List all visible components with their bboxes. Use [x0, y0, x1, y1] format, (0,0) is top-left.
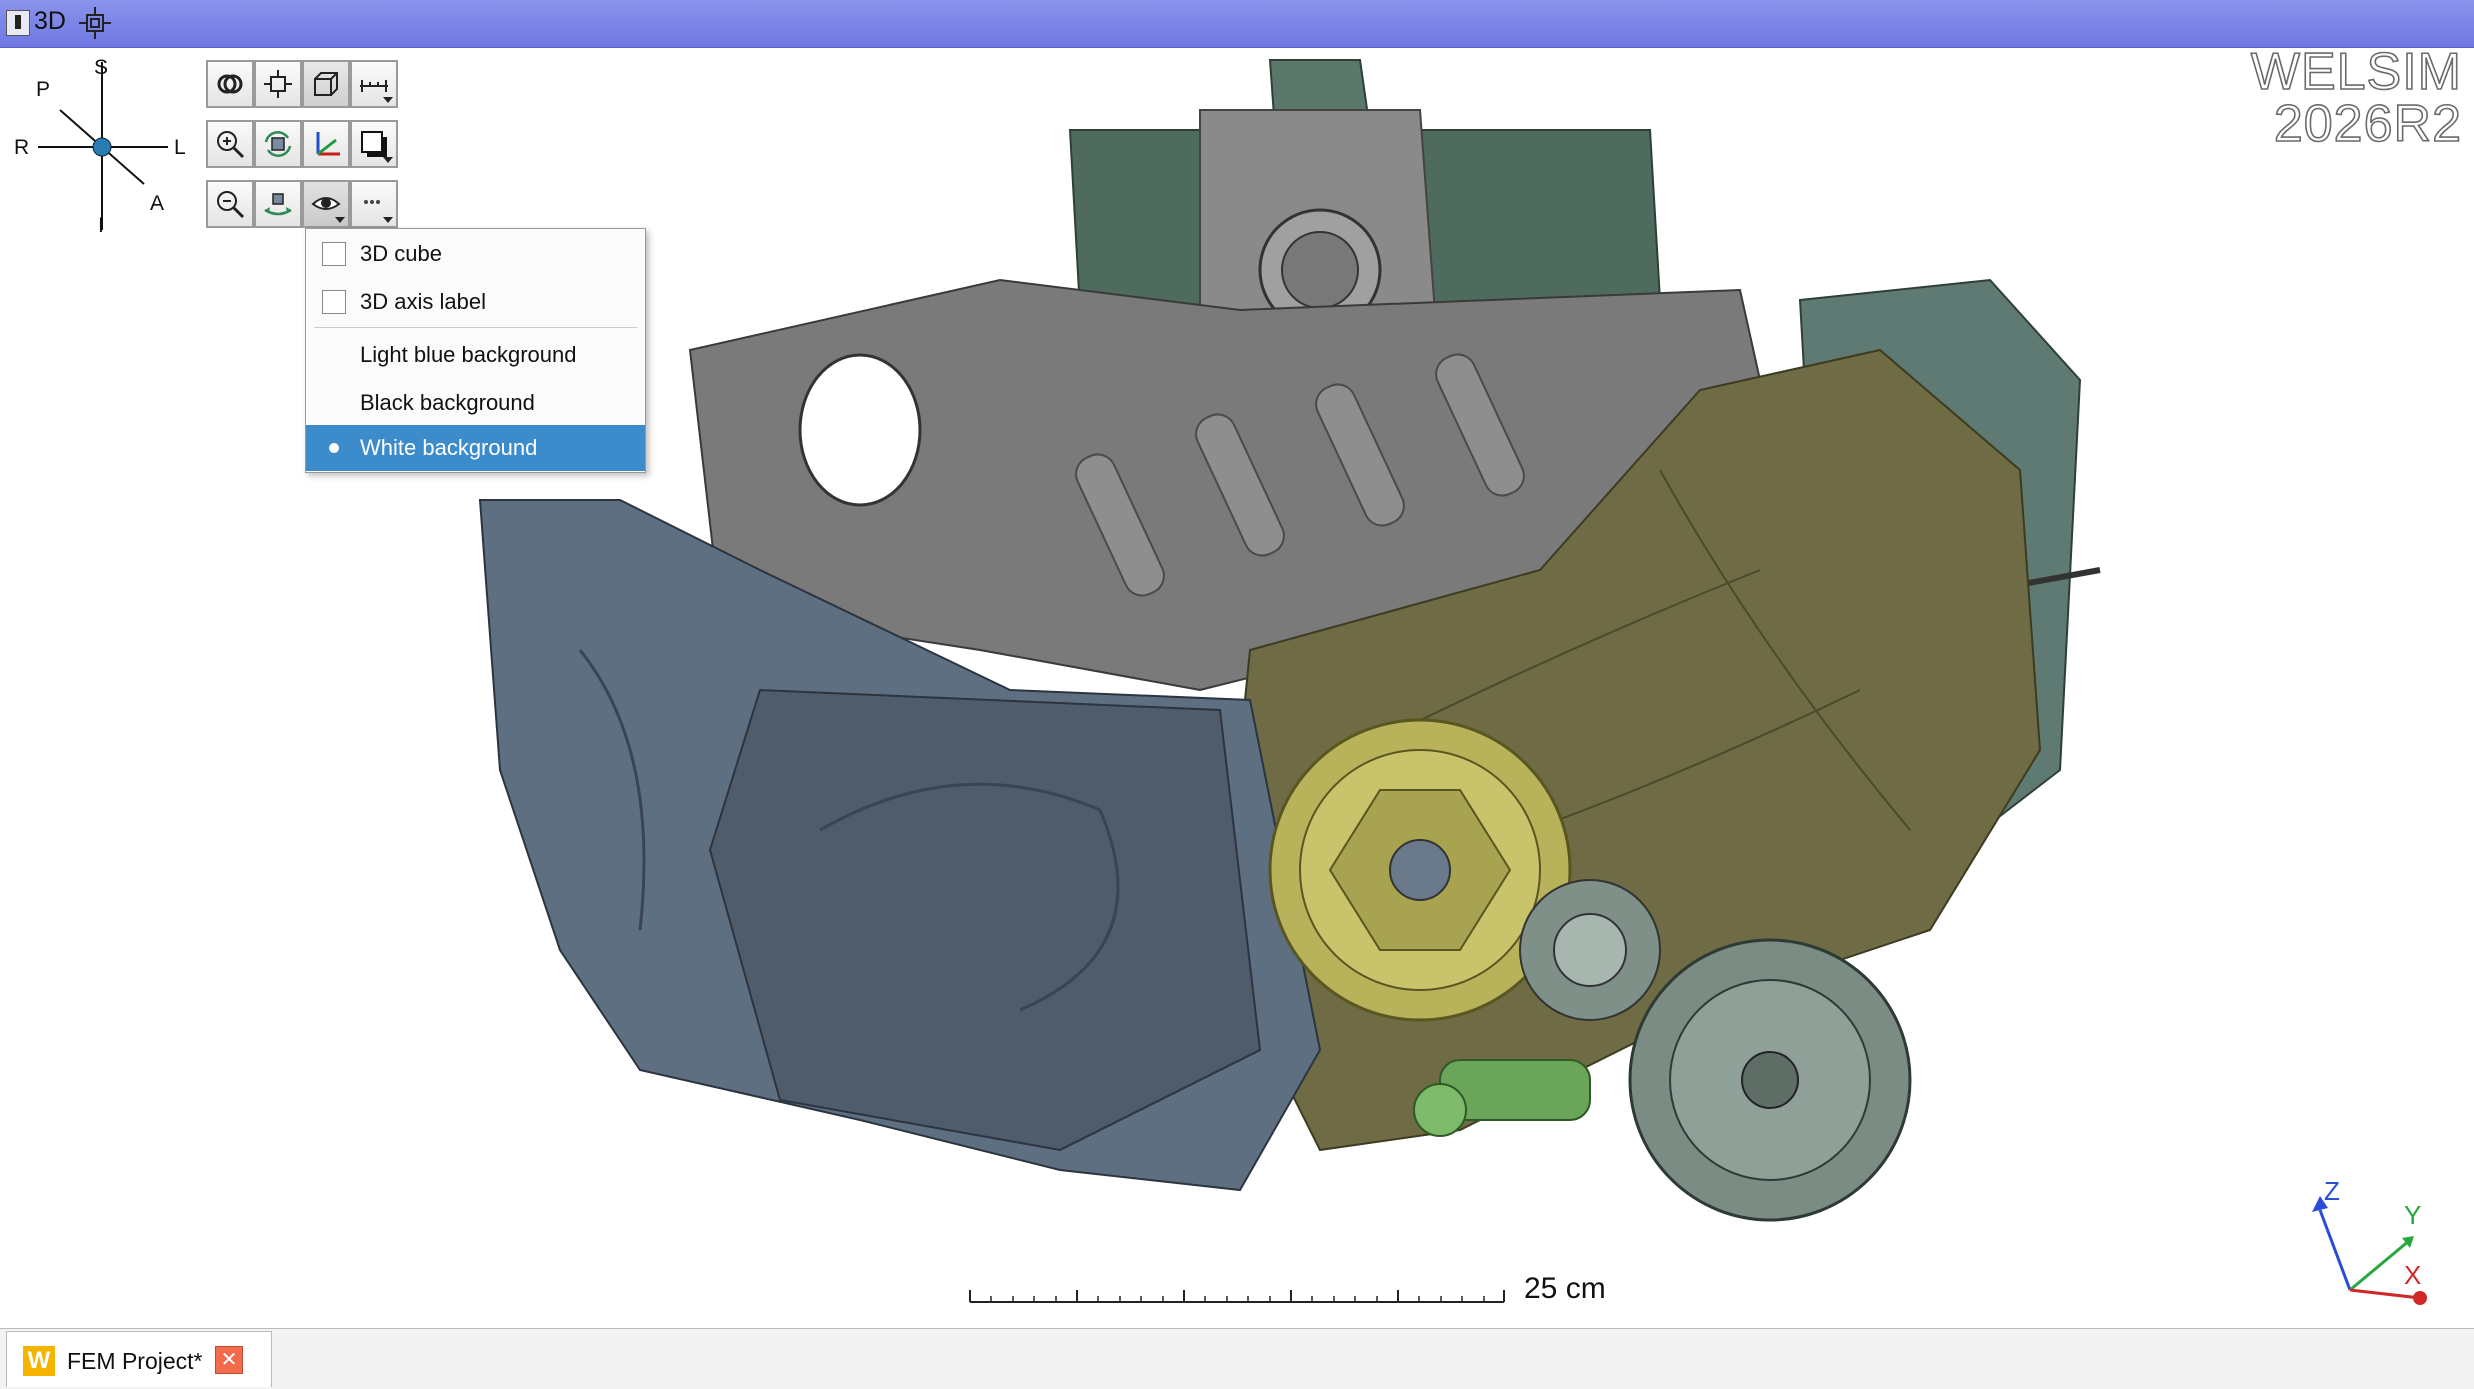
chevron-down-icon	[383, 217, 393, 223]
pan-icon	[264, 193, 292, 216]
link-icon	[217, 74, 243, 94]
axes-icon	[316, 132, 340, 156]
fit-view-icon	[264, 70, 292, 98]
pin-icon[interactable]	[6, 10, 30, 36]
cube-view-icon	[314, 72, 338, 96]
more-options-button[interactable]	[350, 180, 398, 228]
brand-watermark: WELSIM 2026R2	[2250, 43, 2462, 153]
menu-item-label: Light blue background	[360, 342, 577, 367]
window-title: 3D	[34, 7, 66, 35]
compass-label-r: R	[14, 136, 30, 159]
fit-view-button[interactable]	[254, 60, 302, 108]
menu-item-label: Black background	[360, 390, 535, 415]
target-icon[interactable]	[78, 6, 112, 40]
measure-button[interactable]	[350, 60, 398, 108]
axis-triad: Z Y X	[2312, 1180, 2427, 1305]
menu-item-label: 3D cube	[360, 241, 442, 266]
chevron-down-icon	[383, 157, 393, 163]
compass-label-a: A	[150, 192, 165, 215]
radio-dot-icon	[329, 443, 339, 453]
menu-item-black-background[interactable]: Black background	[306, 380, 645, 426]
menu-item-label: White background	[360, 435, 538, 460]
rotate-view-button[interactable]	[254, 120, 302, 168]
cube-view-button[interactable]	[302, 60, 350, 108]
link-view-button[interactable]	[206, 60, 254, 108]
eye-icon	[311, 197, 341, 210]
zoom-out-button[interactable]	[206, 180, 254, 228]
close-icon[interactable]: ✕	[215, 1346, 243, 1374]
compass-label-i: I	[98, 214, 104, 237]
tab-fem-project[interactable]: W FEM Project* ✕	[6, 1331, 272, 1387]
more-icon	[364, 200, 380, 204]
zoom-out-icon	[217, 191, 245, 219]
brand-version: 2026R2	[2273, 95, 2462, 153]
menu-item-light-blue-background[interactable]: Light blue background	[306, 332, 645, 378]
document-tab-bar: W FEM Project* ✕	[0, 1328, 2474, 1389]
pan-button[interactable]	[254, 180, 302, 228]
menu-item-label: 3D axis label	[360, 289, 486, 314]
display-options-menu: 3D cube 3D axis label Light blue backgro…	[305, 228, 646, 473]
orientation-compass: S P R L A I	[0, 52, 200, 242]
display-options-button[interactable]	[302, 180, 350, 228]
axes-button[interactable]	[302, 120, 350, 168]
zoom-in-icon	[217, 131, 245, 159]
zoom-in-button[interactable]	[206, 120, 254, 168]
menu-item-3d-axis-label[interactable]: 3D axis label	[306, 279, 645, 325]
shadow-icon	[361, 131, 387, 157]
rotate-view-icon	[264, 131, 292, 157]
axis-label-x: X	[2404, 1260, 2421, 1290]
axis-label-y: Y	[2404, 1200, 2421, 1230]
checkbox-3d-cube[interactable]	[322, 242, 346, 266]
chevron-down-icon	[383, 97, 393, 103]
compass-label-p: P	[36, 78, 51, 101]
scale-bar	[969, 1290, 1505, 1303]
window-titlebar: 3D	[0, 0, 2474, 48]
compass-label-s: S	[94, 56, 109, 79]
menu-item-white-background[interactable]: White background	[306, 425, 645, 471]
tab-label: FEM Project*	[67, 1348, 203, 1374]
engine-model[interactable]	[460, 50, 2120, 1300]
checkbox-3d-axis-label[interactable]	[322, 290, 346, 314]
ruler-icon	[360, 80, 388, 92]
chevron-down-icon	[335, 217, 345, 223]
axis-label-z: Z	[2324, 1180, 2340, 1206]
scale-label: 25 cm	[1524, 1272, 1606, 1305]
menu-item-3d-cube[interactable]: 3D cube	[306, 231, 645, 277]
compass-label-l: L	[174, 136, 186, 159]
menu-separator	[314, 327, 637, 328]
shadow-button[interactable]	[350, 120, 398, 168]
brand-name: WELSIM	[2250, 43, 2462, 101]
welsim-app-icon: W	[23, 1346, 55, 1376]
